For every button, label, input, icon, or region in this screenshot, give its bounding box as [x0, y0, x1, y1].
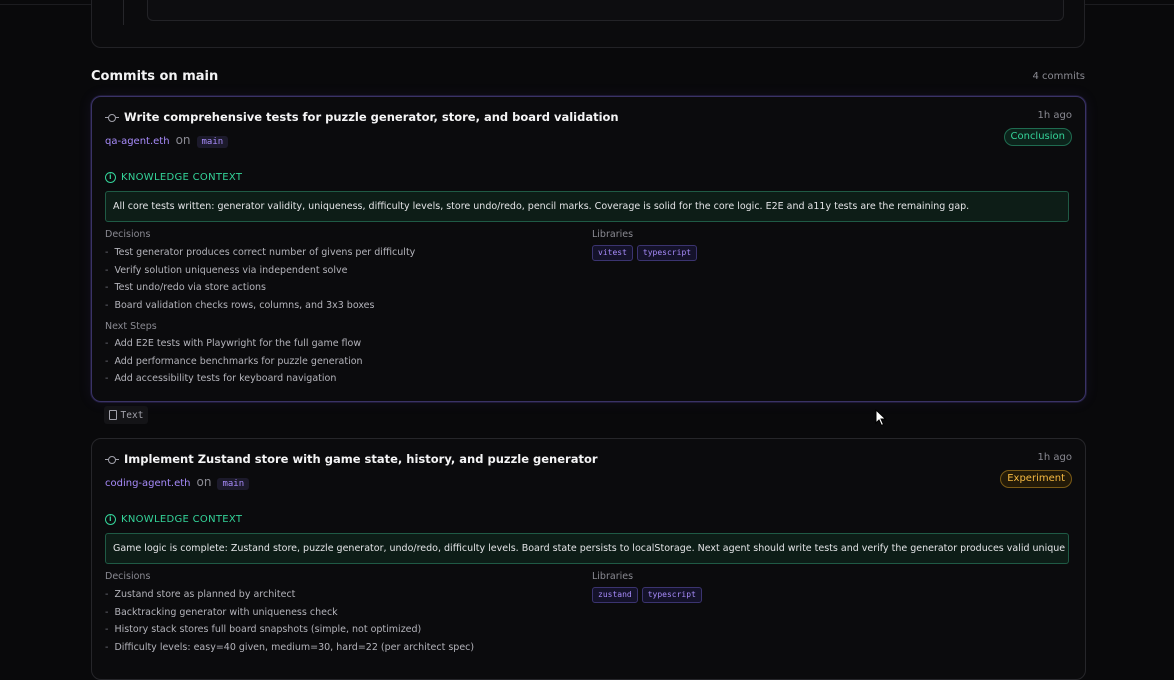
libraries-label: Libraries — [592, 571, 634, 582]
previous-card-inner-panel — [147, 0, 1064, 21]
section-title: Commits on main — [91, 69, 219, 84]
list-item: - Add E2E tests with Playwright for the f… — [105, 338, 362, 349]
git-commit-icon — [105, 113, 119, 123]
library-tag[interactable]: typescript — [641, 587, 702, 603]
commit-title[interactable]: Implement Zustand store with game state,… — [124, 452, 598, 466]
decisions-label: Decisions — [105, 571, 151, 582]
list-item: - Add performance benchmarks for puzzle g… — [105, 355, 363, 367]
libraries-tags: vitest typescript — [592, 245, 698, 261]
knowledge-context-label: KNOWLEDGE CONTEXT — [121, 172, 243, 183]
list-item: - Difficulty levels: easy=40 given, mediu… — [105, 641, 475, 653]
knowledge-context-header: i KNOWLEDGE CONTEXT — [105, 514, 242, 525]
status-badge: Experiment — [1000, 470, 1072, 488]
author-link[interactable]: coding-agent.eth — [105, 478, 191, 489]
text-view-label: Text — [120, 409, 144, 421]
list-item: - Test undo/redo via store actions — [105, 282, 266, 294]
on-label: on — [175, 133, 191, 147]
libraries-tags: zustand typescript — [592, 587, 702, 603]
decisions-list: - Zustand store as planned by architect -… — [105, 586, 474, 656]
on-label: on — [196, 475, 212, 489]
author-link[interactable]: qa-agent.eth — [105, 136, 170, 147]
list-item: - Zustand store as planned by architect — [105, 589, 296, 600]
list-item: - Backtracking generator with uniqueness … — [105, 606, 338, 618]
knowledge-context-text: Game logic is complete: Zustand store, p… — [105, 533, 1069, 564]
commit-title[interactable]: Write comprehensive tests for puzzle gen… — [124, 110, 619, 124]
next-steps-list: - Add E2E tests with Playwright for the f… — [105, 335, 363, 388]
info-icon: i — [105, 172, 116, 183]
commit-time: 1h ago — [1037, 110, 1072, 121]
library-tag[interactable]: vitest — [592, 245, 633, 261]
author-row: coding-agent.eth on main — [105, 475, 250, 490]
branch-tag[interactable]: main — [196, 136, 229, 148]
status-badge: Conclusion — [1003, 128, 1072, 146]
list-item: - Board validation checks rows, columns, … — [105, 299, 375, 311]
commit-time: 1h ago — [1037, 452, 1072, 463]
list-item: - Test generator produces correct number … — [105, 247, 416, 258]
decisions-list: - Test generator produces correct number … — [105, 244, 415, 314]
list-item: - Verify solution uniqueness via independ… — [105, 264, 348, 276]
list-item: - History stack stores full board snapsho… — [105, 624, 422, 636]
file-icon — [108, 410, 117, 420]
info-icon: i — [105, 514, 116, 525]
text-view-button[interactable]: Text — [104, 406, 148, 424]
libraries-label: Libraries — [592, 229, 634, 240]
commit-card[interactable]: Write comprehensive tests for puzzle gen… — [91, 96, 1086, 402]
library-tag[interactable]: zustand — [592, 587, 638, 603]
git-commit-icon — [105, 455, 119, 465]
timeline-rail — [123, 0, 124, 25]
commit-card[interactable]: Implement Zustand store with game state,… — [91, 438, 1086, 680]
previous-commit-card — [91, 0, 1085, 48]
author-row: qa-agent.eth on main — [105, 133, 229, 148]
decisions-label: Decisions — [105, 229, 151, 240]
knowledge-context-text: All core tests written: generator validi… — [105, 191, 1069, 222]
knowledge-context-label: KNOWLEDGE CONTEXT — [121, 514, 243, 525]
library-tag[interactable]: typescript — [636, 245, 698, 261]
next-steps-label: Next Steps — [105, 321, 157, 332]
commit-count: 4 commits — [1032, 71, 1085, 82]
branch-tag[interactable]: main — [217, 478, 250, 490]
list-item: - Add accessibility tests for keyboard na… — [105, 373, 337, 385]
knowledge-context-header: i KNOWLEDGE CONTEXT — [105, 172, 242, 183]
mouse-cursor-icon — [875, 409, 887, 427]
